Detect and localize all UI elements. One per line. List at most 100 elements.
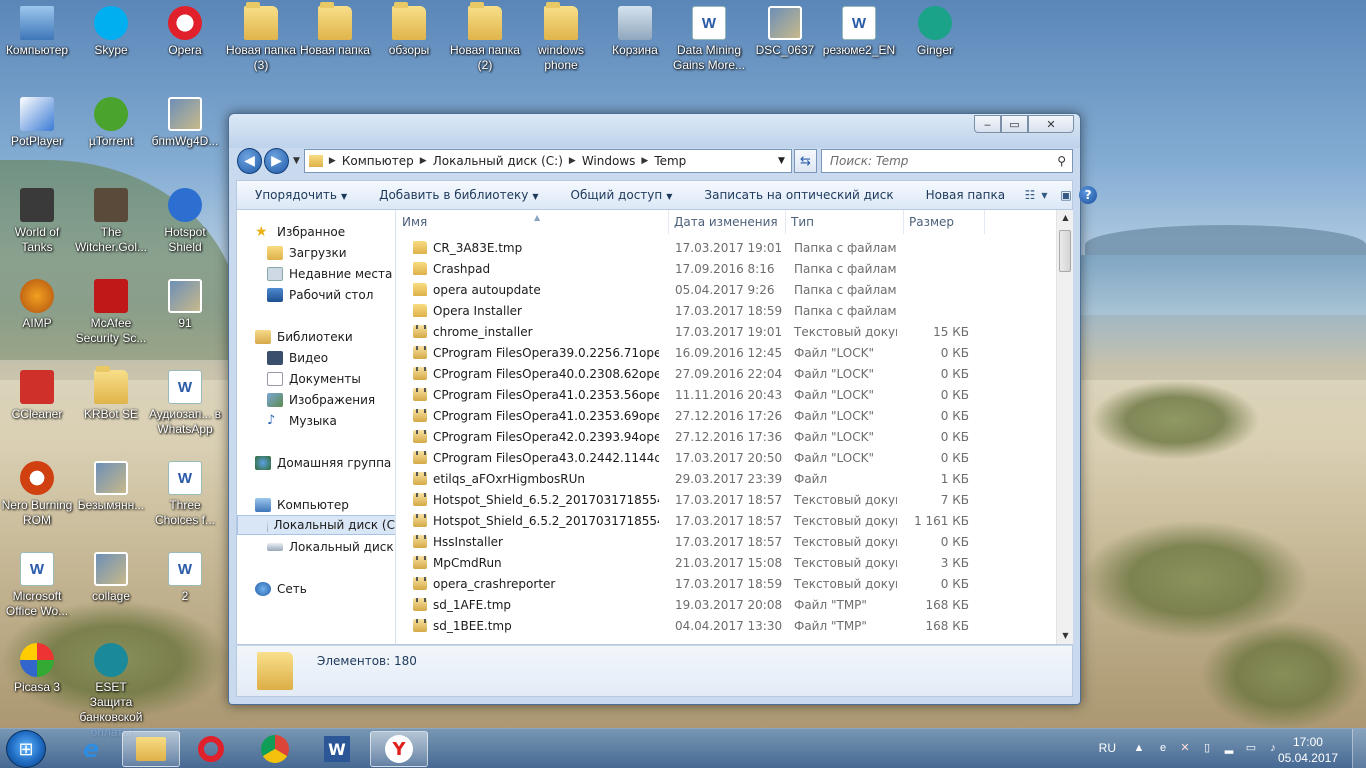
file-row[interactable]: Opera Installer 17.03.2017 18:59 Папка с ф… — [397, 300, 1055, 321]
nav-desktop[interactable]: Рабочий стол — [267, 285, 373, 305]
burn-button[interactable]: Записать на оптический диск — [686, 188, 907, 202]
nav-favorites[interactable]: ★ Избранное — [255, 222, 345, 242]
taskbar-internet-explorer[interactable]: e — [62, 731, 120, 767]
desktop-icon-item[interactable]: windows phone — [524, 0, 598, 80]
refresh-icon[interactable]: ⇆ — [793, 149, 817, 173]
breadcrumb-temp[interactable]: Temp — [654, 154, 686, 168]
desktop-icon-item[interactable]: Opera — [148, 0, 222, 80]
minimize-button[interactable]: ‒ — [974, 115, 1001, 133]
column-name[interactable]: ▲ Имя — [397, 210, 669, 234]
device-tray-icon[interactable]: ▯ — [1200, 741, 1214, 755]
desktop-icon-item[interactable]: 91 — [148, 273, 222, 353]
show-desktop-button[interactable] — [1352, 729, 1366, 768]
desktop-icon-item[interactable]: Picasa 3 — [0, 637, 74, 717]
desktop-icon-item[interactable]: Nero Burning ROM — [0, 455, 74, 535]
column-size[interactable]: Размер — [904, 210, 985, 234]
maximize-button[interactable]: ▭ — [1001, 115, 1028, 133]
desktop-icon-item[interactable]: W Аудиозап... в WhatsApp — [148, 364, 222, 444]
desktop-icon-item[interactable]: Корзина — [598, 0, 672, 80]
desktop-icon-item[interactable]: CCleaner — [0, 364, 74, 444]
file-row[interactable]: CProgram FilesOpera39.0.2256.71opera_a..… — [397, 342, 1055, 363]
taskbar-chrome[interactable] — [246, 731, 304, 767]
desktop-icon-item[interactable]: ESET Защита банковской оплаты — [74, 637, 148, 739]
nav-images[interactable]: Изображения — [267, 390, 375, 410]
file-row[interactable]: CProgram FilesOpera42.0.2393.94opera_a..… — [397, 426, 1055, 447]
file-row[interactable]: opera autoupdate 05.04.2017 9:26 Папка с ф… — [397, 279, 1055, 300]
search-input[interactable]: Поиск: Temp ⚲ — [821, 149, 1073, 173]
desktop-icon-item[interactable]: McAfee Security Sc... — [74, 273, 148, 353]
desktop-icon-item[interactable]: Ginger — [898, 0, 972, 80]
breadcrumb-local-disk-c[interactable]: Локальный диск (C:) — [433, 154, 563, 168]
scroll-down-icon[interactable]: ▼ — [1057, 628, 1074, 644]
nav-recent[interactable]: Недавние места — [267, 264, 392, 284]
file-row[interactable]: CProgram FilesOpera41.0.2353.69opera_a..… — [397, 405, 1055, 426]
file-row[interactable]: MpCmdRun 21.03.2017 15:08 Текстовый докум.… — [397, 552, 1055, 573]
nav-music[interactable]: ♪ Музыка — [267, 411, 337, 431]
nav-network[interactable]: Сеть — [255, 579, 307, 599]
window-titlebar[interactable]: ‒ ▭ ✕ — [229, 114, 1080, 148]
chevron-right-icon[interactable]: ▶ — [641, 156, 648, 166]
desktop-icon-item[interactable]: W Data Mining Gains More... — [672, 0, 746, 80]
file-row[interactable]: HssInstaller 17.03.2017 18:57 Текстовый до… — [397, 531, 1055, 552]
file-row[interactable]: chrome_installer 17.03.2017 19:01 Текстовы… — [397, 321, 1055, 342]
column-date[interactable]: Дата изменения — [669, 210, 786, 234]
language-indicator[interactable]: RU — [1099, 741, 1116, 755]
desktop-icon-item[interactable]: W Microsoft Office Wo... — [0, 546, 74, 626]
desktop-icon-item[interactable]: W2 — [148, 546, 222, 626]
chevron-right-icon[interactable]: ▶ — [329, 156, 336, 166]
help-icon[interactable]: ? — [1079, 186, 1098, 204]
nav-video[interactable]: Видео — [267, 348, 328, 368]
file-row[interactable]: Hotspot_Shield_6.5.2_20170317185543 17.03… — [397, 489, 1055, 510]
desktop-icon-item[interactable]: Новая папка (3) — [224, 0, 298, 80]
desktop-icon-item[interactable]: PotPlayer — [0, 91, 74, 171]
battery-icon[interactable]: ▭ — [1244, 741, 1258, 755]
desktop-icon-item[interactable]: Компьютер — [0, 0, 74, 80]
nav-local-disk-c[interactable]: Локальный диск (C — [237, 515, 395, 535]
back-arrow-icon[interactable]: ◀ — [237, 148, 262, 174]
file-row[interactable]: CProgram FilesOpera40.0.2308.62opera_a..… — [397, 363, 1055, 384]
clock[interactable]: 17:00 05.04.2017 — [1278, 734, 1338, 766]
file-row[interactable]: etilqs_aFOxrHigmbosRUn 29.03.2017 23:39 Фа… — [397, 468, 1055, 489]
desktop-icon-item[interactable]: collage — [74, 546, 148, 626]
desktop-icon-item[interactable]: обзоры — [372, 0, 446, 80]
forward-arrow-icon[interactable]: ▶ — [264, 148, 289, 174]
nav-computer[interactable]: Компьютер — [255, 495, 349, 515]
breadcrumb-computer[interactable]: Компьютер — [342, 154, 414, 168]
desktop-icon-item[interactable]: The Witcher.Gol... — [74, 182, 148, 262]
desktop-icon-item[interactable]: AIMP — [0, 273, 74, 353]
close-button[interactable]: ✕ — [1028, 115, 1074, 133]
taskbar-word[interactable]: W — [308, 731, 366, 767]
desktop-icon-item[interactable]: DSC_0637 — [748, 0, 822, 80]
file-row[interactable]: Hotspot_Shield_6.5.2_20170317185543_00..… — [397, 510, 1055, 531]
share-button[interactable]: Общий доступ ▼ — [553, 188, 687, 202]
view-options-icon[interactable]: ☷ ▼ — [1023, 184, 1049, 206]
add-to-library-button[interactable]: Добавить в библиотеку ▼ — [361, 188, 552, 202]
history-dropdown-icon[interactable]: ▼ — [293, 156, 300, 166]
show-hidden-icons-icon[interactable]: ▲ — [1132, 741, 1146, 755]
taskbar-explorer[interactable] — [122, 731, 180, 767]
search-icon[interactable]: ⚲ — [1057, 154, 1066, 168]
desktop-icon-item[interactable]: Новая папка — [298, 0, 372, 80]
taskbar-opera[interactable] — [182, 731, 240, 767]
desktop-icon-item[interactable]: World of Tanks — [0, 182, 74, 262]
signal-strength-icon[interactable]: ▂ — [1222, 741, 1236, 755]
desktop-icon-item[interactable]: µTorrent — [74, 91, 148, 171]
nav-homegroup[interactable]: Домашняя группа — [255, 453, 391, 473]
file-list[interactable]: ▲ Имя Дата изменения Тип Размер CR_3A83E.… — [397, 210, 1073, 644]
file-row[interactable]: CProgram FilesOpera43.0.2442.1144opera..… — [397, 447, 1055, 468]
nav-documents[interactable]: Документы — [267, 369, 361, 389]
preview-pane-icon[interactable]: ▣ — [1053, 184, 1079, 206]
scroll-up-icon[interactable]: ▲ — [1057, 210, 1074, 226]
chevron-right-icon[interactable]: ▶ — [569, 156, 576, 166]
vertical-scrollbar[interactable]: ▲ ▼ — [1056, 210, 1073, 644]
file-row[interactable]: CR_3A83E.tmp 17.03.2017 19:01 Папка с файл… — [397, 237, 1055, 258]
nav-local-disk-d[interactable]: Локальный диск (D — [267, 537, 395, 557]
file-row[interactable]: Crashpad 17.09.2016 8:16 Папка с файлами — [397, 258, 1055, 279]
column-type[interactable]: Тип — [786, 210, 904, 234]
nav-libraries[interactable]: Библиотеки — [255, 327, 353, 347]
breadcrumb-windows[interactable]: Windows — [582, 154, 636, 168]
chevron-right-icon[interactable]: ▶ — [420, 156, 427, 166]
desktop-icon-item[interactable]: Hotspot Shield — [148, 182, 222, 262]
desktop-icon-item[interactable]: Skype — [74, 0, 148, 80]
desktop-icon-item[interactable]: Безымянн... — [74, 455, 148, 535]
